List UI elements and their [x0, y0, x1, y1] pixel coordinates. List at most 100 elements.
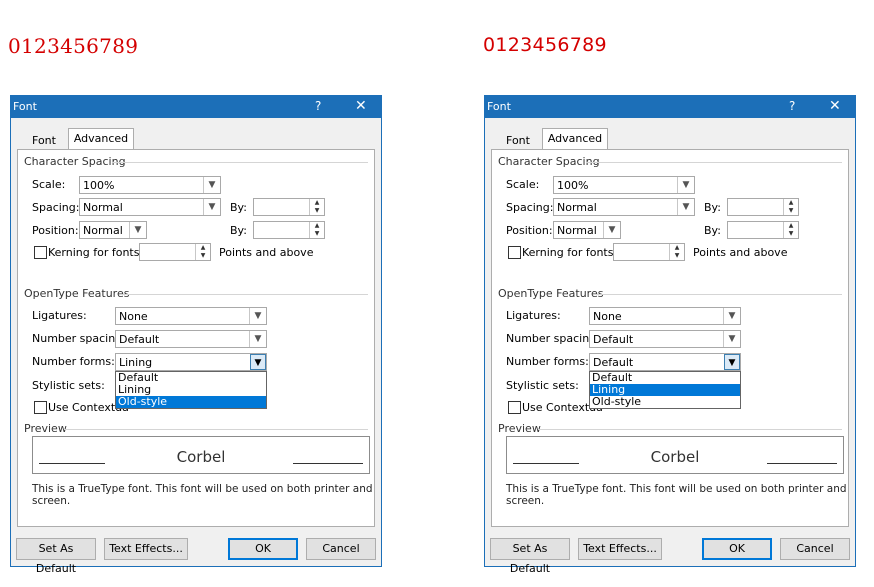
ok-button[interactable]: OK	[228, 538, 298, 560]
spin-arrows-icon[interactable]: ▲ ▼	[309, 199, 324, 215]
scale-value: 100%	[557, 179, 589, 192]
kerning-label[interactable]: Kerning for fonts:	[48, 246, 143, 259]
number-spacing-label: Number spacing:	[32, 332, 126, 345]
chevron-down-icon[interactable]: ▼	[677, 177, 694, 193]
text-effects-button[interactable]: Text Effects...	[578, 538, 662, 560]
dropdown-option-oldstyle[interactable]: Old-style	[590, 396, 740, 408]
preview-heading: Preview	[24, 422, 67, 435]
advanced-panel: Character Spacing Scale: 100% ▼ Spacing:…	[491, 149, 849, 527]
set-as-default-button[interactable]: Set As Default	[490, 538, 570, 575]
title-bar[interactable]: Font ? ✕	[485, 96, 855, 118]
scale-value: 100%	[83, 179, 115, 192]
preview-box: Corbel	[506, 436, 844, 474]
chevron-down-icon[interactable]: ▼	[250, 354, 266, 370]
scale-combo[interactable]: 100% ▼	[79, 176, 221, 194]
kerning-checkbox[interactable]	[508, 246, 521, 259]
cancel-button[interactable]: Cancel	[306, 538, 376, 560]
title-bar[interactable]: Font ? ✕	[11, 96, 381, 118]
number-forms-dropdown[interactable]: Default Lining Old-style	[589, 371, 741, 409]
spacing-combo[interactable]: Normal ▼	[79, 198, 221, 216]
preview-baseline-right	[767, 463, 837, 464]
font-dialog-right: Font ? ✕ Font Advanced Character Spacing…	[484, 95, 856, 575]
ok-button[interactable]: OK	[702, 538, 772, 560]
preview-box: Corbel	[32, 436, 370, 474]
number-forms-combo[interactable]: Default ▼	[589, 353, 741, 371]
position-label: Position:	[506, 224, 553, 237]
stylistic-sets-label: Stylistic sets:	[32, 379, 105, 392]
scale-label: Scale:	[32, 178, 66, 191]
close-icon[interactable]: ✕	[829, 98, 841, 114]
spacing-by-spinner[interactable]: ▲ ▼	[253, 198, 325, 216]
spacing-by-spinner[interactable]: ▲ ▼	[727, 198, 799, 216]
tab-font[interactable]: Font	[494, 131, 542, 149]
ligatures-combo[interactable]: None ▼	[589, 307, 741, 325]
tab-font[interactable]: Font	[20, 131, 68, 149]
dialog-title: Font	[487, 100, 511, 113]
opentype-heading: OpenType Features	[24, 287, 130, 300]
chevron-down-icon[interactable]: ▼	[203, 199, 220, 215]
set-as-default-button[interactable]: Set As Default	[16, 538, 96, 575]
position-combo[interactable]: Normal ▼	[79, 221, 147, 239]
spin-arrows-icon[interactable]: ▲ ▼	[783, 199, 798, 215]
number-spacing-combo[interactable]: Default ▼	[589, 330, 741, 348]
spin-arrows-icon[interactable]: ▲ ▼	[783, 222, 798, 238]
number-forms-combo[interactable]: Lining ▼	[115, 353, 267, 371]
contextual-checkbox[interactable]	[508, 401, 521, 414]
chevron-down-icon[interactable]: ▼	[677, 199, 694, 215]
spacing-combo[interactable]: Normal ▼	[553, 198, 695, 216]
ligatures-combo[interactable]: None ▼	[115, 307, 267, 325]
chevron-down-icon[interactable]: ▼	[723, 308, 740, 324]
chevron-down-icon[interactable]: ▼	[129, 222, 146, 238]
spacing-value: Normal	[557, 201, 597, 214]
close-icon[interactable]: ✕	[355, 98, 367, 114]
group-divider	[120, 294, 368, 295]
dropdown-option-oldstyle[interactable]: Old-style	[116, 396, 266, 408]
kerning-spinner[interactable]: ▲ ▼	[139, 243, 211, 261]
preview-heading: Preview	[498, 422, 541, 435]
chevron-down-icon[interactable]: ▼	[723, 331, 740, 347]
number-spacing-combo[interactable]: Default ▼	[115, 330, 267, 348]
help-button[interactable]: ?	[789, 99, 795, 113]
number-forms-dropdown[interactable]: Default Lining Old-style	[115, 371, 267, 409]
position-label: Position:	[32, 224, 79, 237]
chevron-down-icon[interactable]: ▼	[724, 354, 740, 370]
position-value: Normal	[83, 224, 123, 237]
spacing-by-label: By:	[230, 201, 247, 214]
number-forms-label: Number forms:	[506, 355, 589, 368]
spin-arrows-icon[interactable]: ▲ ▼	[669, 244, 684, 260]
tab-advanced[interactable]: Advanced	[68, 128, 134, 150]
chevron-down-icon[interactable]: ▼	[249, 331, 266, 347]
preview-baseline-right	[293, 463, 363, 464]
character-spacing-heading: Character Spacing	[498, 155, 600, 168]
kerning-checkbox[interactable]	[34, 246, 47, 259]
position-by-spinner[interactable]: ▲ ▼	[253, 221, 325, 239]
chevron-down-icon[interactable]: ▼	[603, 222, 620, 238]
position-by-spinner[interactable]: ▲ ▼	[727, 221, 799, 239]
scale-combo[interactable]: 100% ▼	[553, 176, 695, 194]
help-button[interactable]: ?	[315, 99, 321, 113]
ligatures-label: Ligatures:	[32, 309, 87, 322]
spin-arrows-icon[interactable]: ▲ ▼	[309, 222, 324, 238]
text-effects-button[interactable]: Text Effects...	[104, 538, 188, 560]
scale-label: Scale:	[506, 178, 540, 191]
number-forms-value: Lining	[119, 356, 153, 369]
number-spacing-value: Default	[119, 333, 160, 346]
spacing-value: Normal	[83, 201, 123, 214]
spin-arrows-icon[interactable]: ▲ ▼	[195, 244, 210, 260]
spacing-by-label: By:	[704, 201, 721, 214]
kerning-suffix: Points and above	[219, 246, 314, 259]
chevron-down-icon[interactable]: ▼	[249, 308, 266, 324]
dialog-title: Font	[13, 100, 37, 113]
contextual-checkbox[interactable]	[34, 401, 47, 414]
position-combo[interactable]: Normal ▼	[553, 221, 621, 239]
character-spacing-heading: Character Spacing	[24, 155, 126, 168]
kerning-label[interactable]: Kerning for fonts:	[522, 246, 617, 259]
kerning-spinner[interactable]: ▲ ▼	[613, 243, 685, 261]
group-divider	[586, 162, 842, 163]
tab-advanced[interactable]: Advanced	[542, 128, 608, 150]
cancel-button[interactable]: Cancel	[780, 538, 850, 560]
position-by-label: By:	[704, 224, 721, 237]
opentype-heading: OpenType Features	[498, 287, 604, 300]
chevron-down-icon[interactable]: ▼	[203, 177, 220, 193]
group-divider	[594, 294, 842, 295]
